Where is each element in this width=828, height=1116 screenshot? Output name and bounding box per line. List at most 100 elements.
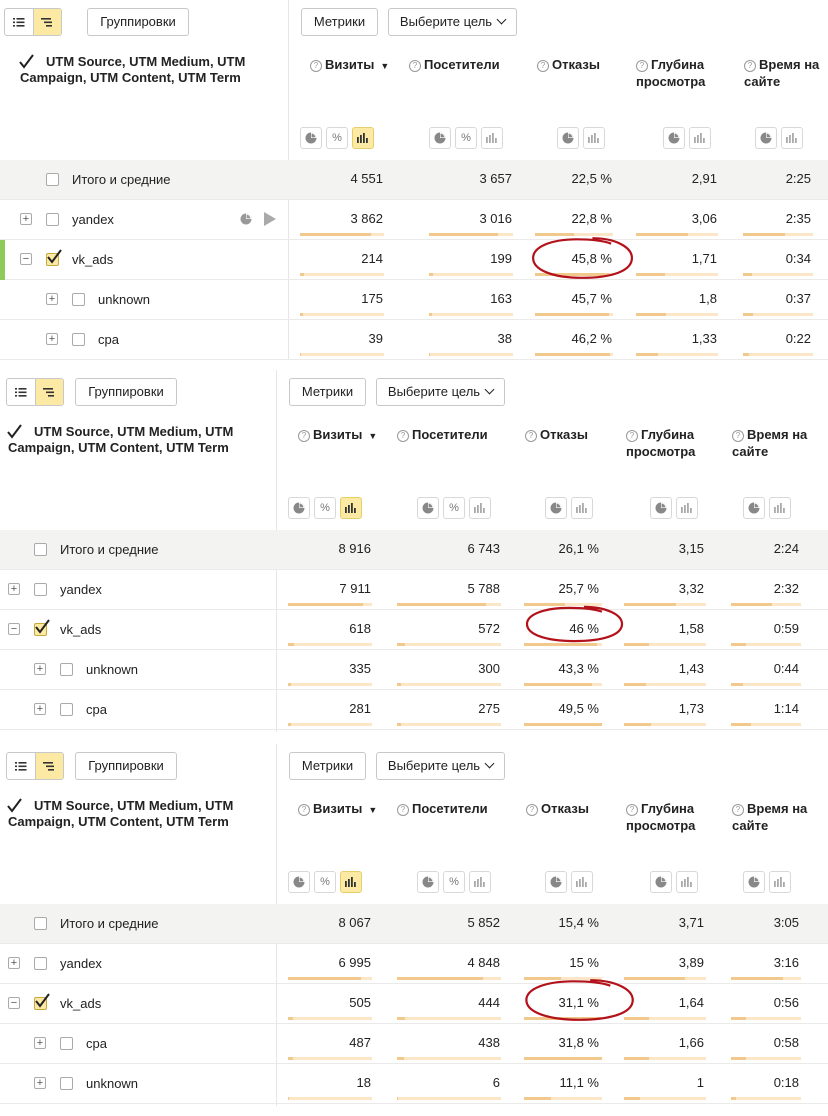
metric-header-bounces[interactable]: ? Отказы bbox=[537, 56, 600, 73]
bar-chart-icon[interactable] bbox=[676, 871, 698, 893]
help-icon[interactable]: ? bbox=[397, 804, 409, 816]
dimension-checkbox-icon[interactable] bbox=[6, 798, 22, 818]
row-checkbox[interactable] bbox=[34, 543, 47, 556]
bar-chart-icon[interactable] bbox=[469, 497, 491, 519]
collapse-icon[interactable]: − bbox=[20, 253, 32, 265]
expand-icon[interactable]: + bbox=[34, 703, 46, 715]
percent-icon[interactable]: % bbox=[314, 497, 336, 519]
metric-header-visitors[interactable]: ? Посетители bbox=[397, 800, 488, 817]
tree-view-icon[interactable] bbox=[32, 9, 61, 35]
row-total[interactable]: Итого и средние 8 916 6 743 26,1 % 3,15 2:24 bbox=[0, 530, 828, 570]
dimension-checkbox-icon[interactable] bbox=[18, 54, 34, 74]
expand-icon[interactable]: + bbox=[46, 293, 58, 305]
expand-icon[interactable]: + bbox=[34, 1037, 46, 1049]
help-icon[interactable]: ? bbox=[732, 804, 744, 816]
percent-icon[interactable]: % bbox=[314, 871, 336, 893]
goal-select[interactable]: Выберите цель bbox=[388, 8, 517, 36]
bar-chart-icon[interactable] bbox=[571, 497, 593, 519]
help-icon[interactable]: ? bbox=[525, 430, 537, 442]
bar-chart-icon[interactable] bbox=[481, 127, 503, 149]
list-view-icon[interactable] bbox=[5, 9, 33, 35]
sort-desc-icon[interactable]: ▼ bbox=[380, 61, 389, 71]
pie-chart-icon[interactable] bbox=[288, 871, 310, 893]
bar-chart-icon[interactable] bbox=[340, 497, 362, 519]
row-checkbox[interactable] bbox=[60, 1077, 73, 1090]
metric-header-visitors[interactable]: ? Посетители bbox=[397, 426, 488, 443]
percent-icon[interactable]: % bbox=[443, 497, 465, 519]
metric-header-time[interactable]: ? Время на сайте bbox=[732, 426, 812, 460]
bar-chart-icon[interactable] bbox=[769, 871, 791, 893]
row-vk-ads[interactable]: − vk_ads 618 572 46 % 1,58 0:59 bbox=[0, 610, 828, 650]
percent-icon[interactable]: % bbox=[326, 127, 348, 149]
pie-chart-icon[interactable] bbox=[545, 497, 567, 519]
groupings-button[interactable]: Группировки bbox=[87, 8, 189, 36]
collapse-icon[interactable]: − bbox=[8, 997, 20, 1009]
bar-chart-icon[interactable] bbox=[781, 127, 803, 149]
pie-chart-icon[interactable] bbox=[650, 871, 672, 893]
metrics-button[interactable]: Метрики bbox=[301, 8, 378, 36]
pie-chart-icon[interactable] bbox=[650, 497, 672, 519]
metrics-button[interactable]: Метрики bbox=[289, 378, 366, 406]
sort-desc-icon[interactable]: ▼ bbox=[368, 431, 377, 441]
metric-header-visits[interactable]: ? Визиты ▼ bbox=[310, 56, 389, 75]
tree-view-icon[interactable] bbox=[34, 753, 63, 779]
pie-chart-icon[interactable] bbox=[743, 497, 765, 519]
dimension-header[interactable]: UTM Source, UTM Medium, UTM Campaign, UT… bbox=[6, 424, 258, 456]
expand-icon[interactable]: + bbox=[34, 663, 46, 675]
row-checkbox[interactable] bbox=[60, 703, 73, 716]
bar-chart-icon[interactable] bbox=[583, 127, 605, 149]
help-icon[interactable]: ? bbox=[744, 60, 756, 72]
row-checkbox[interactable] bbox=[60, 1037, 73, 1050]
tree-view-icon[interactable] bbox=[34, 379, 63, 405]
row-total[interactable]: Итого и средние 4 551 3 657 22,5 % 2,91 2:25 bbox=[0, 160, 828, 200]
help-icon[interactable]: ? bbox=[626, 804, 638, 816]
metric-header-visits[interactable]: ? Визиты ▼ bbox=[298, 426, 377, 445]
bar-chart-icon[interactable] bbox=[352, 127, 374, 149]
row-checkbox[interactable] bbox=[34, 993, 50, 1010]
row-checkbox[interactable] bbox=[46, 249, 62, 266]
row-child-1[interactable]: + cpa 487 438 31,8 % 1,66 0:58 bbox=[0, 1024, 828, 1064]
help-icon[interactable]: ? bbox=[298, 804, 310, 816]
dimension-checkbox-icon[interactable] bbox=[6, 424, 22, 444]
percent-icon[interactable]: % bbox=[443, 871, 465, 893]
goal-select[interactable]: Выберите цель bbox=[376, 378, 505, 406]
row-vk-ads[interactable]: − vk_ads 505 444 31,1 % 1,64 0:56 bbox=[0, 984, 828, 1024]
pie-chart-icon[interactable] bbox=[545, 871, 567, 893]
view-mode-toggle[interactable] bbox=[4, 8, 62, 36]
row-child-1[interactable]: + unknown 335 300 43,3 % 1,43 0:44 bbox=[0, 650, 828, 690]
expand-icon[interactable]: + bbox=[8, 583, 20, 595]
pie-chart-icon[interactable] bbox=[417, 497, 439, 519]
pie-chart-icon[interactable] bbox=[755, 127, 777, 149]
expand-icon[interactable]: + bbox=[20, 213, 32, 225]
help-icon[interactable]: ? bbox=[397, 430, 409, 442]
help-icon[interactable]: ? bbox=[298, 430, 310, 442]
row-child-2[interactable]: + cpa 39 38 46,2 % 1,33 0:22 bbox=[0, 320, 828, 360]
row-checkbox[interactable] bbox=[46, 213, 59, 226]
bar-chart-icon[interactable] bbox=[689, 127, 711, 149]
pie-chart-icon[interactable] bbox=[288, 497, 310, 519]
help-icon[interactable]: ? bbox=[526, 804, 538, 816]
row-checkbox[interactable] bbox=[34, 619, 50, 636]
row-checkbox[interactable] bbox=[34, 917, 47, 930]
help-icon[interactable]: ? bbox=[310, 60, 322, 72]
row-yandex[interactable]: + yandex 3 862 3 016 22,8 % 3,06 2:35 bbox=[0, 200, 828, 240]
row-total[interactable]: Итого и средние 8 067 5 852 15,4 % 3,71 3:05 bbox=[0, 904, 828, 944]
row-yandex[interactable]: + yandex 6 995 4 848 15 % 3,89 3:16 bbox=[0, 944, 828, 984]
sort-desc-icon[interactable]: ▼ bbox=[368, 805, 377, 815]
help-icon[interactable]: ? bbox=[626, 430, 638, 442]
row-checkbox[interactable] bbox=[46, 173, 59, 186]
view-mode-toggle[interactable] bbox=[6, 752, 64, 780]
expand-icon[interactable]: + bbox=[46, 333, 58, 345]
pie-chart-icon[interactable] bbox=[429, 127, 451, 149]
row-checkbox[interactable] bbox=[34, 957, 47, 970]
row-vk-ads[interactable]: − vk_ads 214 199 45,8 % 1,71 0:34 bbox=[0, 240, 828, 280]
metric-header-time[interactable]: ? Время на сайте bbox=[732, 800, 812, 834]
pie-chart-icon[interactable] bbox=[240, 212, 252, 231]
row-checkbox[interactable] bbox=[34, 583, 47, 596]
help-icon[interactable]: ? bbox=[409, 60, 421, 72]
groupings-button[interactable]: Группировки bbox=[75, 378, 177, 406]
metrics-button[interactable]: Метрики bbox=[289, 752, 366, 780]
row-child-2[interactable]: + cpa 281 275 49,5 % 1,73 1:14 bbox=[0, 690, 828, 730]
metric-header-bounces[interactable]: ? Отказы bbox=[525, 426, 588, 443]
row-checkbox[interactable] bbox=[60, 663, 73, 676]
